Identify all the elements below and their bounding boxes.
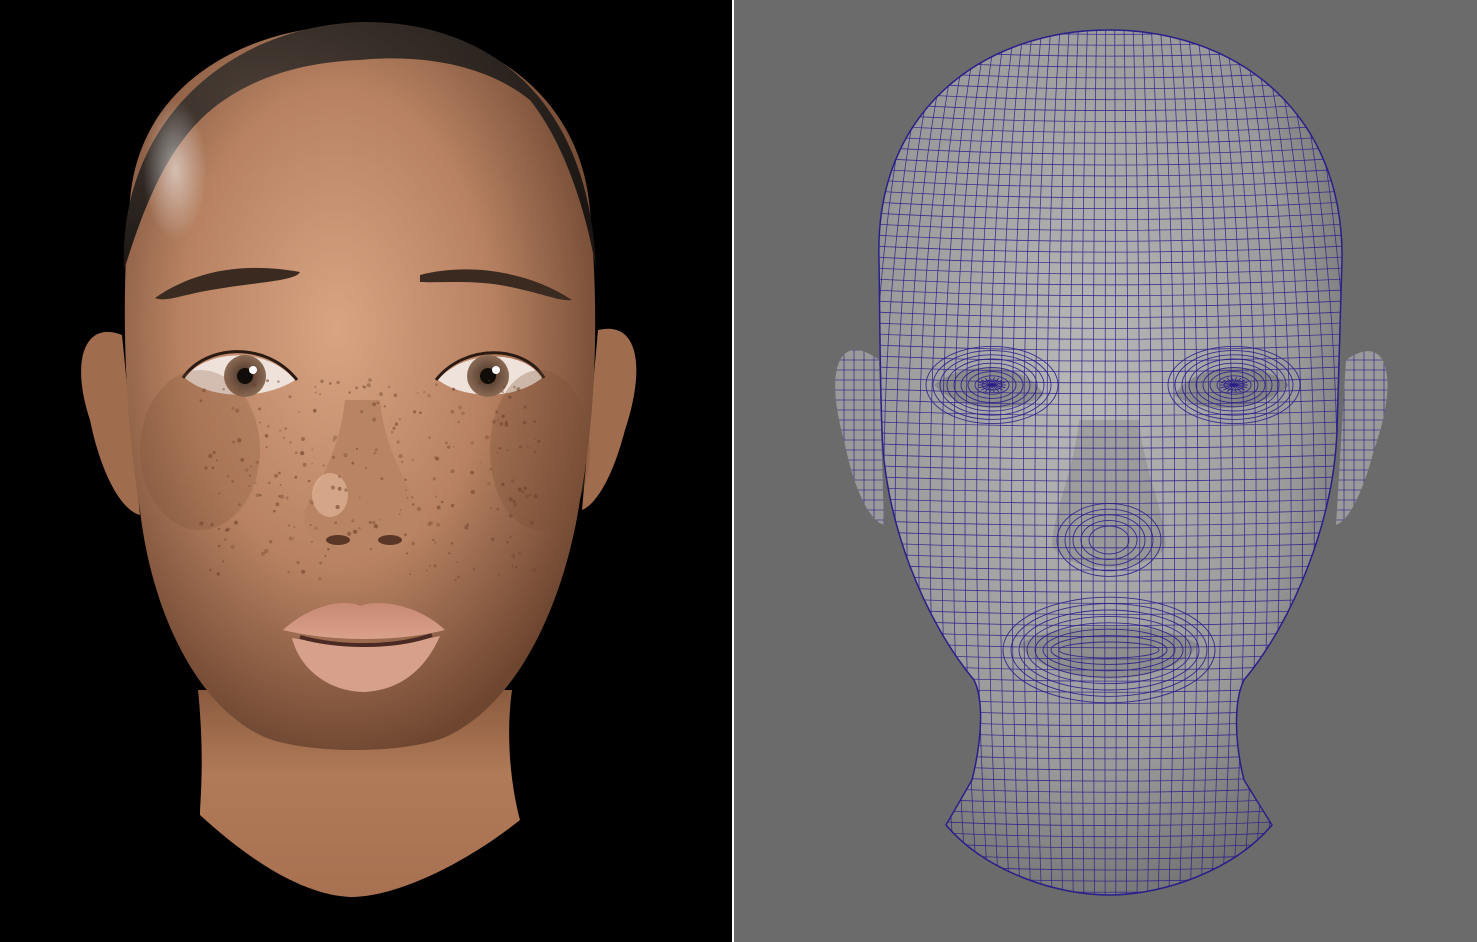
- wireframe-view-panel: [734, 0, 1477, 942]
- rendered-head-illustration: [0, 0, 732, 942]
- render-view-panel: [0, 0, 732, 942]
- wireframe-head-illustration: [734, 0, 1477, 942]
- hair-highlight: [143, 100, 207, 240]
- comparison-image: [0, 0, 1477, 942]
- nose-highlight: [312, 473, 348, 517]
